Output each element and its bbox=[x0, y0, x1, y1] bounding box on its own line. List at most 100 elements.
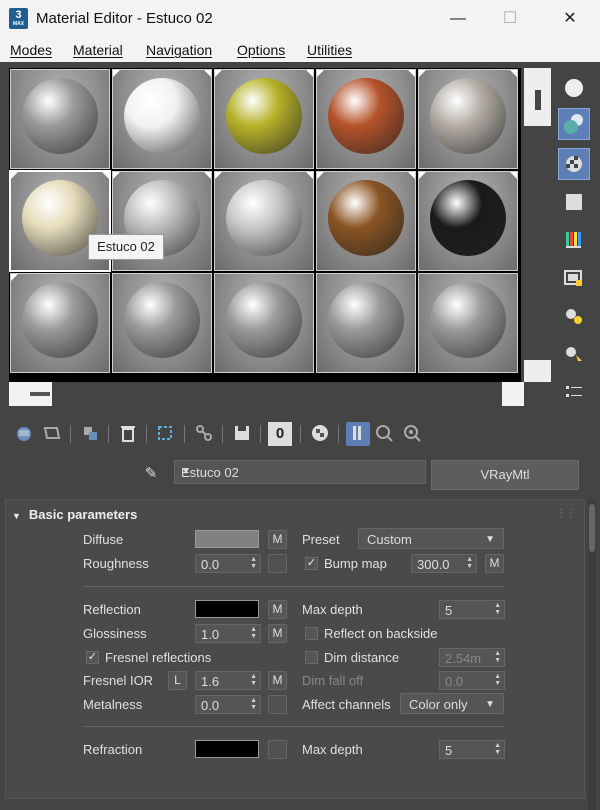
sample-slot-2[interactable] bbox=[112, 69, 212, 169]
video-color-check-icon[interactable] bbox=[558, 224, 590, 256]
material-id-channel-button[interactable]: 0 bbox=[268, 422, 292, 446]
bump-amount-spinner[interactable]: 300.0 ▲ ▼ bbox=[411, 554, 477, 573]
make-unique-icon[interactable] bbox=[192, 422, 216, 446]
sample-slot-14[interactable] bbox=[316, 273, 416, 373]
sphere-1 bbox=[22, 78, 98, 154]
sphere-11 bbox=[22, 282, 98, 358]
metalness-map-button[interactable] bbox=[268, 695, 287, 714]
make-preview-icon[interactable] bbox=[558, 262, 590, 294]
menu-utilities[interactable]: Utilities bbox=[307, 42, 352, 58]
max-depth-spinner[interactable]: 5 ▲ ▼ bbox=[439, 600, 505, 619]
sphere-9 bbox=[328, 180, 404, 256]
sample-slot-12[interactable] bbox=[112, 273, 212, 373]
slot-horizontal-scrollbar[interactable] bbox=[9, 382, 52, 406]
preset-label: Preset bbox=[302, 532, 340, 547]
dim-falloff-label: Dim fall off bbox=[302, 673, 364, 688]
preset-dropdown[interactable]: Custom ▼ bbox=[358, 528, 504, 549]
sphere-12 bbox=[124, 282, 200, 358]
reflection-map-button[interactable]: M bbox=[268, 600, 287, 619]
rollout-header[interactable]: ▼ Basic parameters bbox=[12, 507, 137, 522]
slot-scrollbar-end bbox=[502, 382, 524, 406]
fresnel-checkbox[interactable]: ✓ bbox=[86, 651, 99, 664]
menu-modes[interactable]: Modes bbox=[10, 42, 52, 58]
sphere-14 bbox=[328, 282, 404, 358]
bump-map-button[interactable]: M bbox=[485, 554, 504, 573]
close-button[interactable]: ✕ bbox=[556, 6, 584, 32]
rollout-grip-icon: ⋮⋮ bbox=[556, 508, 576, 519]
metalness-spinner[interactable]: 0.0 ▲ ▼ bbox=[195, 695, 261, 714]
material-name-dropdown[interactable]: Estuco 02 ▼ bbox=[174, 460, 426, 484]
roughness-spinner[interactable]: 0.0 ▲ ▼ bbox=[195, 554, 261, 573]
diffuse-label: Diffuse bbox=[83, 532, 124, 547]
minimize-button[interactable]: — bbox=[444, 6, 472, 32]
sphere-3 bbox=[226, 78, 302, 154]
put-to-scene-icon[interactable] bbox=[40, 422, 64, 446]
panel-scrollbar[interactable] bbox=[588, 500, 596, 810]
show-shaded-material-icon[interactable] bbox=[308, 422, 332, 446]
go-forward-to-sibling-icon[interactable] bbox=[400, 422, 424, 446]
glossiness-spinner[interactable]: 1.0 ▲ ▼ bbox=[195, 624, 261, 643]
sphere-10 bbox=[430, 180, 506, 256]
select-by-material-icon[interactable] bbox=[558, 338, 590, 370]
glossiness-label: Glossiness bbox=[83, 626, 147, 641]
menu-navigation[interactable]: Navigation bbox=[146, 42, 212, 58]
fresnel-ior-spinner[interactable]: 1.6 ▲ ▼ bbox=[195, 671, 261, 690]
sphere-13 bbox=[226, 282, 302, 358]
dim-distance-spinner[interactable]: 2.54m ▲ ▼ bbox=[439, 648, 505, 667]
ior-lock-button[interactable]: L bbox=[168, 671, 187, 690]
maximize-button[interactable]: ☐ bbox=[496, 6, 524, 32]
put-to-library-icon[interactable] bbox=[230, 422, 254, 446]
roughness-map-button[interactable] bbox=[268, 554, 287, 573]
material-options-icon[interactable] bbox=[558, 300, 590, 332]
sample-slot-10[interactable] bbox=[418, 171, 518, 271]
slot-vertical-scrollbar[interactable] bbox=[524, 68, 551, 126]
section-divider bbox=[83, 726, 504, 727]
sphere-6 bbox=[22, 180, 98, 256]
reset-map-trash-icon[interactable] bbox=[116, 422, 140, 446]
sample-slot-3[interactable] bbox=[214, 69, 314, 169]
dim-distance-label: Dim distance bbox=[324, 650, 400, 665]
menu-material[interactable]: Material bbox=[73, 42, 123, 58]
metalness-label: Metalness bbox=[83, 697, 143, 712]
make-material-copy-icon[interactable] bbox=[154, 422, 178, 446]
glossiness-map-button[interactable]: M bbox=[268, 624, 287, 643]
sample-slot-11[interactable] bbox=[10, 273, 110, 373]
reflection-color-swatch[interactable] bbox=[195, 600, 259, 618]
ior-map-button[interactable]: M bbox=[268, 671, 287, 690]
assign-to-selection-icon[interactable] bbox=[78, 422, 102, 446]
refraction-map-button[interactable] bbox=[268, 740, 287, 759]
sample-slot-15[interactable] bbox=[418, 273, 518, 373]
diffuse-color-swatch[interactable] bbox=[195, 530, 259, 548]
sample-type-sphere-icon[interactable] bbox=[558, 72, 590, 104]
reflect-backside-checkbox[interactable] bbox=[305, 627, 318, 640]
bump-map-checkbox[interactable]: ✓ bbox=[305, 557, 318, 570]
sample-slot-1[interactable] bbox=[10, 69, 110, 169]
slot-scrollbar-corner bbox=[524, 360, 551, 382]
affect-channels-dropdown[interactable]: Color only ▼ bbox=[400, 693, 504, 714]
material-map-navigator-icon[interactable] bbox=[558, 376, 590, 408]
reflection-label: Reflection bbox=[83, 602, 141, 617]
collapse-triangle-icon: ▼ bbox=[12, 511, 21, 521]
sample-slot-13[interactable] bbox=[214, 273, 314, 373]
show-end-result-icon[interactable] bbox=[346, 422, 370, 446]
eyedropper-icon[interactable]: ✎ bbox=[141, 464, 161, 484]
sample-uv-tiling-icon[interactable] bbox=[558, 186, 590, 218]
menu-bar: Modes Material Navigation Options Utilit… bbox=[0, 38, 600, 63]
refraction-color-swatch[interactable] bbox=[195, 740, 259, 758]
sphere-5 bbox=[430, 78, 506, 154]
material-type-button[interactable]: VRayMtl bbox=[431, 460, 579, 490]
background-checker-icon[interactable] bbox=[558, 148, 590, 180]
get-material-icon[interactable] bbox=[12, 422, 36, 446]
diffuse-map-button[interactable]: M bbox=[268, 530, 287, 549]
go-to-parent-icon[interactable] bbox=[372, 422, 396, 446]
sample-slot-8[interactable] bbox=[214, 171, 314, 271]
sample-slot-4[interactable] bbox=[316, 69, 416, 169]
dim-distance-checkbox[interactable] bbox=[305, 651, 318, 664]
backlight-icon[interactable] bbox=[558, 108, 590, 140]
dim-falloff-spinner[interactable]: 0.0 ▲ ▼ bbox=[439, 671, 505, 690]
app-icon: 3 MAX bbox=[9, 8, 28, 29]
sample-slot-9[interactable] bbox=[316, 171, 416, 271]
refraction-max-depth-spinner[interactable]: 5 ▲ ▼ bbox=[439, 740, 505, 759]
sample-slot-5[interactable] bbox=[418, 69, 518, 169]
menu-options[interactable]: Options bbox=[237, 42, 285, 58]
